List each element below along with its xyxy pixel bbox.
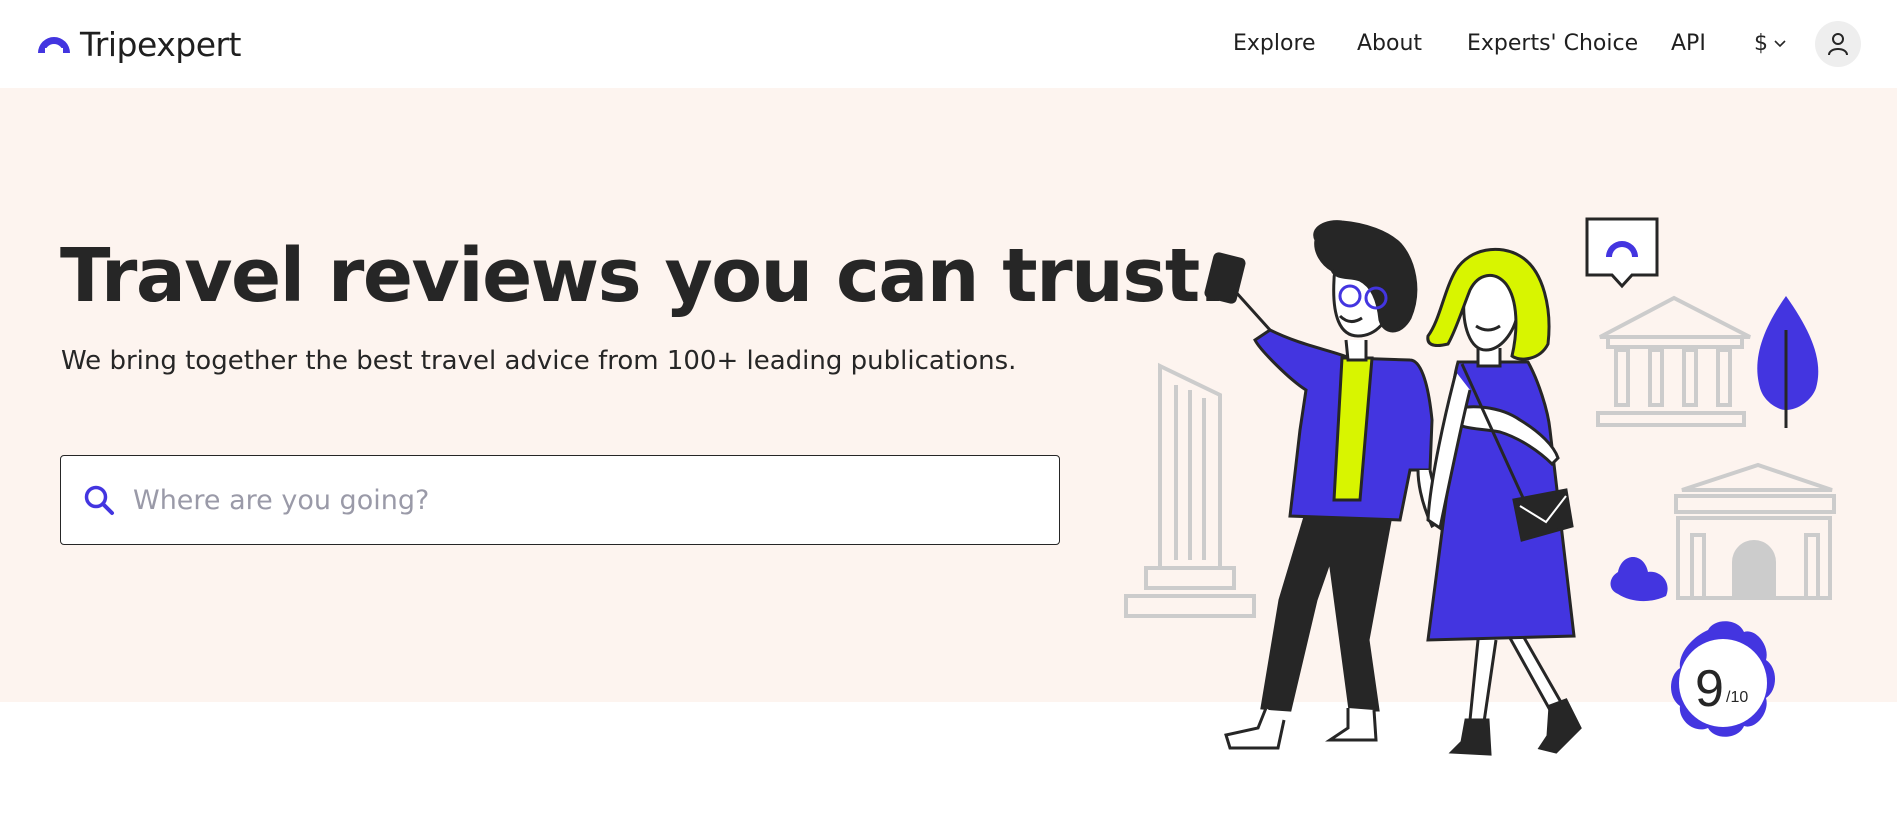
person-left-illustration <box>1204 220 1444 750</box>
nav-experts-choice[interactable]: Experts' Choice <box>1467 31 1638 56</box>
search-input[interactable] <box>131 483 1035 517</box>
user-icon <box>1828 33 1848 56</box>
currency-label: $ <box>1754 31 1768 56</box>
logo-text: Tripexpert <box>80 24 242 64</box>
rating-scale: /10 <box>1726 689 1748 706</box>
currency-selector[interactable]: $ <box>1754 31 1786 56</box>
nav-about[interactable]: About <box>1357 31 1422 56</box>
plant-illustration <box>1610 296 1819 602</box>
person-right-illustration <box>1426 247 1582 756</box>
logo-icon <box>38 37 70 53</box>
site-header: Tripexpert Explore About Experts' Choice… <box>0 0 1897 88</box>
hero-illustration: 9 /10 <box>1124 217 1836 756</box>
nav-explore[interactable]: Explore <box>1233 31 1316 56</box>
bank-door <box>1732 540 1776 598</box>
museum-illustration <box>1596 295 1751 427</box>
hero-title: Travel reviews you can trust. <box>60 233 1227 319</box>
speech-bubble-illustration <box>1585 217 1659 289</box>
rating-value: 9 <box>1695 660 1724 718</box>
chevron-down-icon <box>1774 39 1786 47</box>
hero-subtitle: We bring together the best travel advice… <box>61 346 1017 376</box>
site-logo[interactable]: Tripexpert <box>36 24 242 64</box>
search-box[interactable] <box>60 455 1060 545</box>
nav-api[interactable]: API <box>1671 31 1706 56</box>
search-icon <box>83 483 117 517</box>
account-button[interactable] <box>1815 21 1861 67</box>
column-ruin-illustration <box>1124 362 1256 618</box>
